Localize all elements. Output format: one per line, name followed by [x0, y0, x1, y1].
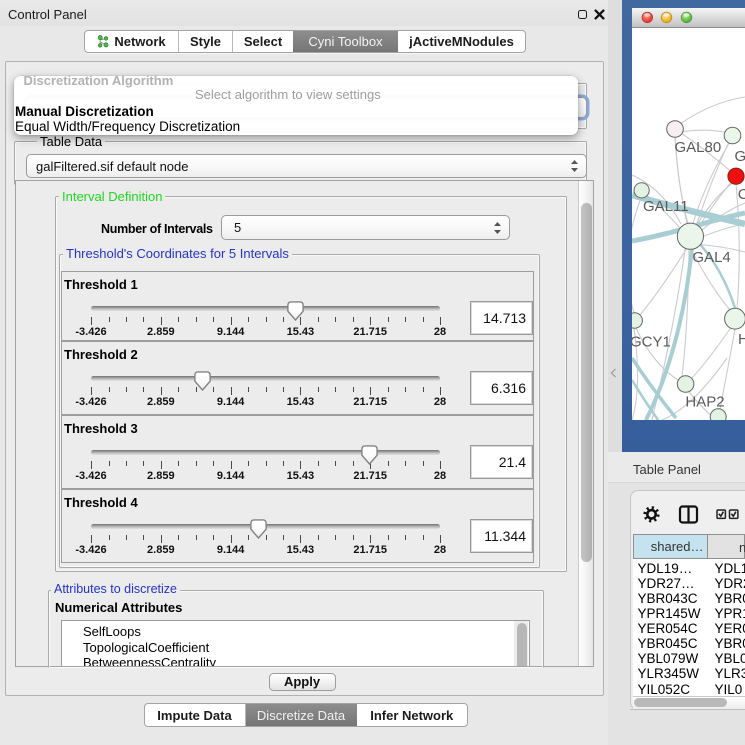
svg-text:GAL4: GAL4 [692, 249, 730, 266]
svg-text:GAL80: GAL80 [675, 139, 722, 156]
svg-text:GA: GA [735, 148, 745, 165]
svg-text:GAL11: GAL11 [643, 198, 689, 215]
svg-text:HAP2: HAP2 [685, 394, 724, 411]
svg-text:H: H [738, 331, 745, 348]
svg-text:C: C [738, 186, 745, 203]
svg-text:GCY1: GCY1 [632, 334, 671, 351]
